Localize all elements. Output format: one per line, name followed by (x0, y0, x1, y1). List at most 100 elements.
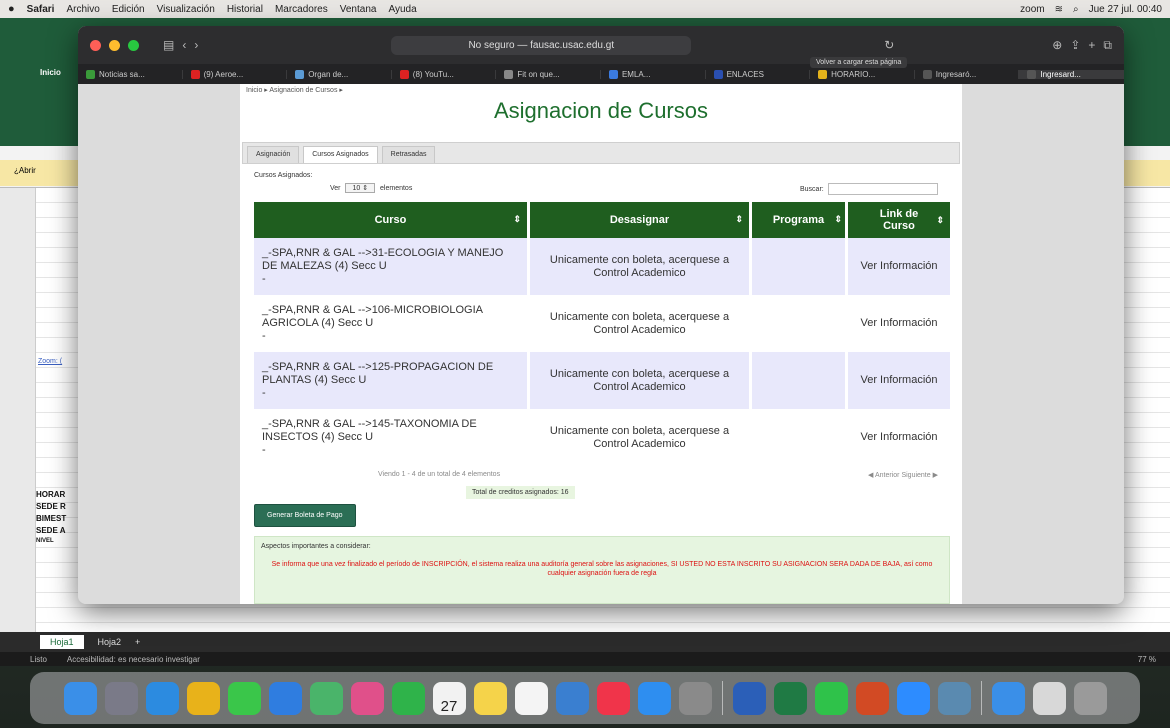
course-cell: _-SPA,RNR & GAL -->31-ECOLOGIA Y MANEJO … (254, 238, 530, 295)
browser-tab[interactable]: (8) YouTu... (392, 69, 497, 79)
excel-accessibility-text[interactable]: Accesibilidad: es necesario investigar (67, 655, 200, 664)
browser-tab-active[interactable]: Ingresard... (1019, 69, 1124, 79)
page-title: Asignacion de Cursos (493, 98, 708, 123)
tab-overview-icon[interactable]: ⧉ (1103, 38, 1112, 53)
prev-icon[interactable]: ◀ (868, 472, 873, 479)
datetime[interactable]: Jue 27 jul. 00:40 (1089, 4, 1162, 15)
menu-edicion[interactable]: Edición (112, 4, 145, 15)
address-bar[interactable]: No seguro — fausac.usac.edu.gt (391, 35, 692, 55)
messages-icon[interactable] (227, 681, 261, 715)
finder-icon[interactable] (63, 681, 97, 715)
tab-retrasadas[interactable]: Retrasadas (381, 146, 436, 163)
browser-tab[interactable]: ENLACES (706, 69, 811, 79)
unassign-cell: Unicamente con boleta, acerquese a Contr… (530, 352, 752, 409)
search-input[interactable] (827, 183, 938, 195)
wifi-icon[interactable]: ≋ (1055, 4, 1063, 15)
pagination: ◀ Anterior Siguiente ▶ (868, 471, 938, 479)
facetime-icon[interactable] (391, 681, 425, 715)
sort-icon: ⇕ (735, 214, 743, 224)
sheet-tab-hoja1[interactable]: Hoja1 (40, 635, 84, 649)
tab-label: (9) Aeroe... (203, 69, 244, 79)
whatsapp-icon[interactable] (814, 681, 848, 715)
column-header-programa[interactable]: Programa ⇕ (752, 202, 848, 238)
zoom-window-icon[interactable] (128, 39, 139, 51)
sheet-tab-hoja2[interactable]: Hoja2 (98, 637, 122, 647)
zoom-status[interactable]: zoom (1020, 4, 1044, 15)
browser-tab[interactable]: Fit on que... (496, 69, 601, 79)
excel-icon[interactable] (773, 681, 807, 715)
menu-visualizacion[interactable]: Visualización (157, 4, 215, 15)
menu-ayuda[interactable]: Ayuda (388, 4, 416, 15)
excel-zoom-value[interactable]: 77 % (1138, 655, 1156, 664)
chrome-icon[interactable] (186, 681, 220, 715)
table-info: Viendo 1 - 4 de un total de 4 elementos (378, 471, 501, 478)
settings-icon[interactable] (678, 681, 712, 715)
photos-icon[interactable] (350, 681, 384, 715)
download-icon[interactable]: ⊕ (1052, 38, 1062, 52)
reminders-icon[interactable] (514, 681, 548, 715)
downloads-icon[interactable] (991, 681, 1025, 715)
sort-icon: ⇕ (513, 214, 521, 224)
column-header-link[interactable]: Link de Curso ⇕ (848, 202, 950, 238)
trash-icon[interactable] (1073, 681, 1107, 715)
browser-tab[interactable]: Ingresaró... (915, 69, 1020, 79)
preview-icon[interactable] (555, 681, 589, 715)
powerpoint-icon[interactable] (855, 681, 889, 715)
menu-archivo[interactable]: Archivo (66, 4, 99, 15)
browser-tab[interactable]: Organ de... (287, 69, 392, 79)
program-cell (752, 352, 848, 409)
browser-tab[interactable]: HORARIO... (810, 69, 915, 79)
breadcrumb[interactable]: Inicio ▸ Asignacion de Cursos ▸ (240, 84, 962, 96)
excel-status-bar: Listo Accesibilidad: es necesario invest… (0, 652, 1170, 666)
word-icon[interactable] (732, 681, 766, 715)
next-page-link[interactable]: Siguiente (901, 472, 930, 479)
safari-icon[interactable] (145, 681, 179, 715)
minimize-window-icon[interactable] (109, 39, 120, 51)
folder-icon[interactable] (1032, 681, 1066, 715)
generate-payment-button[interactable]: Generar Boleta de Pago (254, 504, 356, 527)
apple-icon[interactable]: ● (8, 3, 15, 15)
course-link[interactable]: Ver Información (848, 295, 950, 352)
calendar-icon[interactable]: 27 (432, 681, 466, 715)
launchpad-icon[interactable] (104, 681, 138, 715)
music-icon[interactable] (596, 681, 630, 715)
excel-ribbon-tab[interactable]: Inicio (40, 68, 61, 77)
tab-cursos-asignados[interactable]: Cursos Asignados (303, 146, 378, 163)
appstore-icon[interactable] (637, 681, 671, 715)
notice-heading: Aspectos importantes a considerar: (261, 543, 371, 550)
course-link[interactable]: Ver Información (848, 352, 950, 409)
tab-label: EMLA... (621, 69, 651, 79)
favicon-icon (713, 69, 723, 79)
notes-icon[interactable] (473, 681, 507, 715)
prev-page-link[interactable]: Anterior (875, 472, 900, 479)
next-icon[interactable]: ▶ (933, 472, 938, 479)
back-icon[interactable]: ‹ (182, 38, 186, 52)
sort-icon: ⇕ (834, 214, 842, 224)
browser-tab[interactable]: (9) Aeroe... (183, 69, 288, 79)
sidebar-toggle-icon[interactable]: ▤ (163, 38, 174, 52)
page-length-select[interactable]: 10 ⇕ (345, 183, 376, 193)
browser-tab[interactable]: Noticias sa... (78, 69, 183, 79)
add-sheet-icon[interactable]: + (135, 637, 140, 647)
menu-marcadores[interactable]: Marcadores (275, 4, 328, 15)
reload-icon[interactable]: ↻ (884, 38, 894, 52)
menu-historial[interactable]: Historial (227, 4, 263, 15)
zoom-icon[interactable] (896, 681, 930, 715)
browser-tab[interactable]: EMLA... (601, 69, 706, 79)
tab-asignacion[interactable]: Asignación (247, 146, 300, 163)
menu-ventana[interactable]: Ventana (340, 4, 377, 15)
search-icon[interactable]: ⌕ (1073, 4, 1079, 15)
column-header-desasignar[interactable]: Desasignar ⇕ (530, 202, 752, 238)
new-tab-icon[interactable]: + (1088, 38, 1095, 52)
course-link[interactable]: Ver Información (848, 409, 950, 466)
forward-icon[interactable]: › (194, 38, 198, 52)
excel-side-label: BIMEST (36, 514, 67, 523)
menu-app-name[interactable]: Safari (27, 4, 55, 15)
close-window-icon[interactable] (90, 39, 101, 51)
course-link[interactable]: Ver Información (848, 238, 950, 295)
mail-icon[interactable] (268, 681, 302, 715)
preview2-icon[interactable] (937, 681, 971, 715)
column-header-curso[interactable]: Curso ⇕ (254, 202, 530, 238)
share-icon[interactable]: ⇪ (1070, 38, 1080, 52)
maps-icon[interactable] (309, 681, 343, 715)
